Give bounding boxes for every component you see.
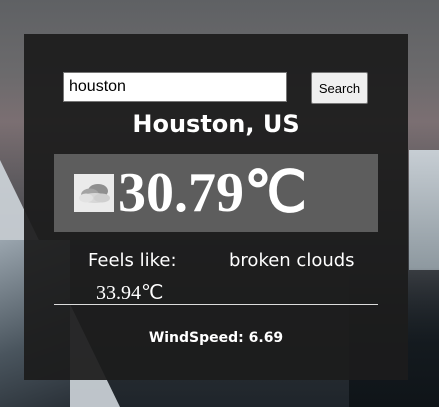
city-title: Houston, US xyxy=(132,110,300,138)
divider xyxy=(54,304,378,305)
temperature-value: 30.79℃ xyxy=(118,162,307,224)
search-button[interactable]: Search xyxy=(311,72,368,104)
background-snow xyxy=(409,150,439,270)
broken-clouds-icon xyxy=(74,174,114,212)
weather-card: Search Houston, US 30.79℃ Feels like: 33… xyxy=(24,34,408,380)
weather-description: broken clouds xyxy=(229,250,355,271)
wind-speed: WindSpeed: 6.69 xyxy=(148,330,284,346)
search-input[interactable] xyxy=(63,72,287,102)
temperature-panel: 30.79℃ xyxy=(54,154,378,232)
search-bar: Search xyxy=(63,72,369,104)
feels-like-value: 33.94℃ xyxy=(96,282,164,304)
feels-like-label: Feels like: xyxy=(88,250,177,271)
